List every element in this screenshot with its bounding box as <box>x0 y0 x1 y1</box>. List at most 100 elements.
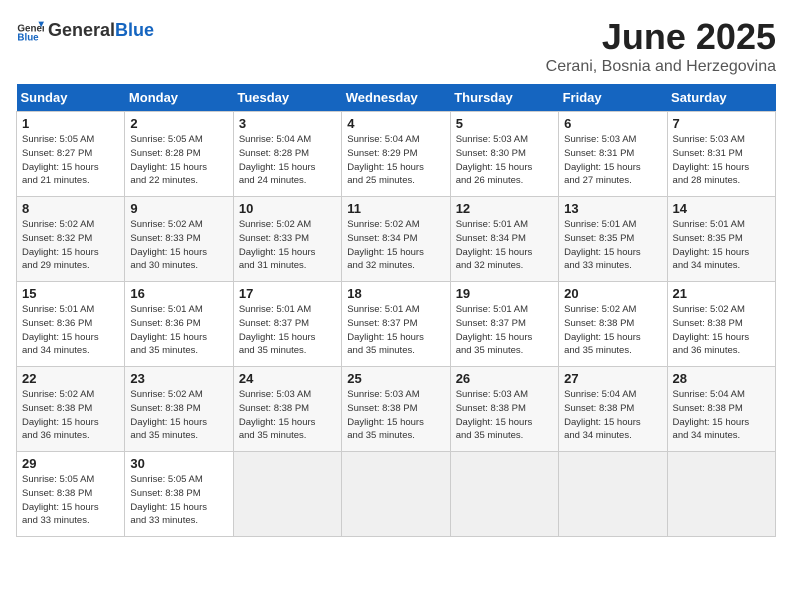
table-row: 4 Sunrise: 5:04 AM Sunset: 8:29 PM Dayli… <box>342 112 450 197</box>
day-info: Sunrise: 5:03 AM Sunset: 8:30 PM Dayligh… <box>456 134 533 186</box>
day-number: 2 <box>130 116 227 131</box>
day-number: 22 <box>22 371 119 386</box>
day-number: 27 <box>564 371 661 386</box>
day-info: Sunrise: 5:04 AM Sunset: 8:28 PM Dayligh… <box>239 134 316 186</box>
day-info: Sunrise: 5:02 AM Sunset: 8:33 PM Dayligh… <box>239 219 316 271</box>
day-info: Sunrise: 5:02 AM Sunset: 8:38 PM Dayligh… <box>130 389 207 441</box>
header-row: Sunday Monday Tuesday Wednesday Thursday… <box>17 84 776 112</box>
table-row: 16 Sunrise: 5:01 AM Sunset: 8:36 PM Dayl… <box>125 282 233 367</box>
col-tuesday: Tuesday <box>233 84 341 112</box>
day-number: 23 <box>130 371 227 386</box>
day-info: Sunrise: 5:05 AM Sunset: 8:27 PM Dayligh… <box>22 134 99 186</box>
day-info: Sunrise: 5:03 AM Sunset: 8:38 PM Dayligh… <box>347 389 424 441</box>
day-info: Sunrise: 5:02 AM Sunset: 8:33 PM Dayligh… <box>130 219 207 271</box>
table-row: 7 Sunrise: 5:03 AM Sunset: 8:31 PM Dayli… <box>667 112 775 197</box>
table-row: 15 Sunrise: 5:01 AM Sunset: 8:36 PM Dayl… <box>17 282 125 367</box>
col-saturday: Saturday <box>667 84 775 112</box>
table-row: 23 Sunrise: 5:02 AM Sunset: 8:38 PM Dayl… <box>125 367 233 452</box>
day-info: Sunrise: 5:03 AM Sunset: 8:38 PM Dayligh… <box>239 389 316 441</box>
calendar-row: 1 Sunrise: 5:05 AM Sunset: 8:27 PM Dayli… <box>17 112 776 197</box>
table-row <box>233 452 341 537</box>
col-wednesday: Wednesday <box>342 84 450 112</box>
table-row <box>450 452 558 537</box>
day-info: Sunrise: 5:03 AM Sunset: 8:31 PM Dayligh… <box>564 134 641 186</box>
table-row <box>342 452 450 537</box>
day-number: 25 <box>347 371 444 386</box>
calendar-row: 29 Sunrise: 5:05 AM Sunset: 8:38 PM Dayl… <box>17 452 776 537</box>
day-number: 15 <box>22 286 119 301</box>
table-row: 5 Sunrise: 5:03 AM Sunset: 8:30 PM Dayli… <box>450 112 558 197</box>
table-row <box>559 452 667 537</box>
day-number: 5 <box>456 116 553 131</box>
table-row: 9 Sunrise: 5:02 AM Sunset: 8:33 PM Dayli… <box>125 197 233 282</box>
col-thursday: Thursday <box>450 84 558 112</box>
day-number: 18 <box>347 286 444 301</box>
day-info: Sunrise: 5:02 AM Sunset: 8:38 PM Dayligh… <box>22 389 99 441</box>
day-info: Sunrise: 5:01 AM Sunset: 8:37 PM Dayligh… <box>239 304 316 356</box>
day-number: 30 <box>130 456 227 471</box>
day-number: 26 <box>456 371 553 386</box>
table-row: 21 Sunrise: 5:02 AM Sunset: 8:38 PM Dayl… <box>667 282 775 367</box>
day-info: Sunrise: 5:05 AM Sunset: 8:38 PM Dayligh… <box>22 474 99 526</box>
logo-blue: Blue <box>115 20 154 41</box>
col-sunday: Sunday <box>17 84 125 112</box>
table-row: 12 Sunrise: 5:01 AM Sunset: 8:34 PM Dayl… <box>450 197 558 282</box>
table-row: 26 Sunrise: 5:03 AM Sunset: 8:38 PM Dayl… <box>450 367 558 452</box>
day-number: 3 <box>239 116 336 131</box>
month-title: June 2025 <box>546 16 776 58</box>
day-number: 14 <box>673 201 770 216</box>
table-row: 27 Sunrise: 5:04 AM Sunset: 8:38 PM Dayl… <box>559 367 667 452</box>
day-number: 24 <box>239 371 336 386</box>
table-row: 28 Sunrise: 5:04 AM Sunset: 8:38 PM Dayl… <box>667 367 775 452</box>
table-row: 1 Sunrise: 5:05 AM Sunset: 8:27 PM Dayli… <box>17 112 125 197</box>
calendar-row: 22 Sunrise: 5:02 AM Sunset: 8:38 PM Dayl… <box>17 367 776 452</box>
table-row: 20 Sunrise: 5:02 AM Sunset: 8:38 PM Dayl… <box>559 282 667 367</box>
title-area: June 2025 Cerani, Bosnia and Herzegovina <box>546 16 776 76</box>
day-info: Sunrise: 5:03 AM Sunset: 8:38 PM Dayligh… <box>456 389 533 441</box>
day-number: 17 <box>239 286 336 301</box>
calendar-row: 8 Sunrise: 5:02 AM Sunset: 8:32 PM Dayli… <box>17 197 776 282</box>
table-row: 11 Sunrise: 5:02 AM Sunset: 8:34 PM Dayl… <box>342 197 450 282</box>
day-number: 10 <box>239 201 336 216</box>
day-info: Sunrise: 5:05 AM Sunset: 8:38 PM Dayligh… <box>130 474 207 526</box>
day-info: Sunrise: 5:01 AM Sunset: 8:37 PM Dayligh… <box>347 304 424 356</box>
day-info: Sunrise: 5:01 AM Sunset: 8:37 PM Dayligh… <box>456 304 533 356</box>
location-title: Cerani, Bosnia and Herzegovina <box>546 58 776 76</box>
table-row: 17 Sunrise: 5:01 AM Sunset: 8:37 PM Dayl… <box>233 282 341 367</box>
calendar-row: 15 Sunrise: 5:01 AM Sunset: 8:36 PM Dayl… <box>17 282 776 367</box>
day-info: Sunrise: 5:01 AM Sunset: 8:34 PM Dayligh… <box>456 219 533 271</box>
table-row: 25 Sunrise: 5:03 AM Sunset: 8:38 PM Dayl… <box>342 367 450 452</box>
table-row: 24 Sunrise: 5:03 AM Sunset: 8:38 PM Dayl… <box>233 367 341 452</box>
day-info: Sunrise: 5:04 AM Sunset: 8:38 PM Dayligh… <box>673 389 750 441</box>
day-info: Sunrise: 5:02 AM Sunset: 8:38 PM Dayligh… <box>564 304 641 356</box>
day-number: 7 <box>673 116 770 131</box>
table-row: 30 Sunrise: 5:05 AM Sunset: 8:38 PM Dayl… <box>125 452 233 537</box>
day-info: Sunrise: 5:02 AM Sunset: 8:38 PM Dayligh… <box>673 304 750 356</box>
day-number: 9 <box>130 201 227 216</box>
day-number: 11 <box>347 201 444 216</box>
day-number: 12 <box>456 201 553 216</box>
day-info: Sunrise: 5:04 AM Sunset: 8:29 PM Dayligh… <box>347 134 424 186</box>
table-row: 14 Sunrise: 5:01 AM Sunset: 8:35 PM Dayl… <box>667 197 775 282</box>
table-row: 13 Sunrise: 5:01 AM Sunset: 8:35 PM Dayl… <box>559 197 667 282</box>
table-row: 29 Sunrise: 5:05 AM Sunset: 8:38 PM Dayl… <box>17 452 125 537</box>
day-number: 19 <box>456 286 553 301</box>
col-friday: Friday <box>559 84 667 112</box>
day-info: Sunrise: 5:03 AM Sunset: 8:31 PM Dayligh… <box>673 134 750 186</box>
table-row: 18 Sunrise: 5:01 AM Sunset: 8:37 PM Dayl… <box>342 282 450 367</box>
calendar-table: Sunday Monday Tuesday Wednesday Thursday… <box>16 84 776 537</box>
table-row: 3 Sunrise: 5:04 AM Sunset: 8:28 PM Dayli… <box>233 112 341 197</box>
day-info: Sunrise: 5:01 AM Sunset: 8:36 PM Dayligh… <box>130 304 207 356</box>
day-number: 6 <box>564 116 661 131</box>
day-info: Sunrise: 5:02 AM Sunset: 8:34 PM Dayligh… <box>347 219 424 271</box>
day-info: Sunrise: 5:05 AM Sunset: 8:28 PM Dayligh… <box>130 134 207 186</box>
calendar-body: 1 Sunrise: 5:05 AM Sunset: 8:27 PM Dayli… <box>17 112 776 537</box>
day-info: Sunrise: 5:04 AM Sunset: 8:38 PM Dayligh… <box>564 389 641 441</box>
logo-general: General <box>48 20 115 41</box>
table-row <box>667 452 775 537</box>
day-info: Sunrise: 5:01 AM Sunset: 8:36 PM Dayligh… <box>22 304 99 356</box>
logo: General Blue GeneralBlue <box>16 16 154 44</box>
svg-text:Blue: Blue <box>17 33 39 44</box>
logo-icon: General Blue <box>16 16 44 44</box>
table-row: 22 Sunrise: 5:02 AM Sunset: 8:38 PM Dayl… <box>17 367 125 452</box>
